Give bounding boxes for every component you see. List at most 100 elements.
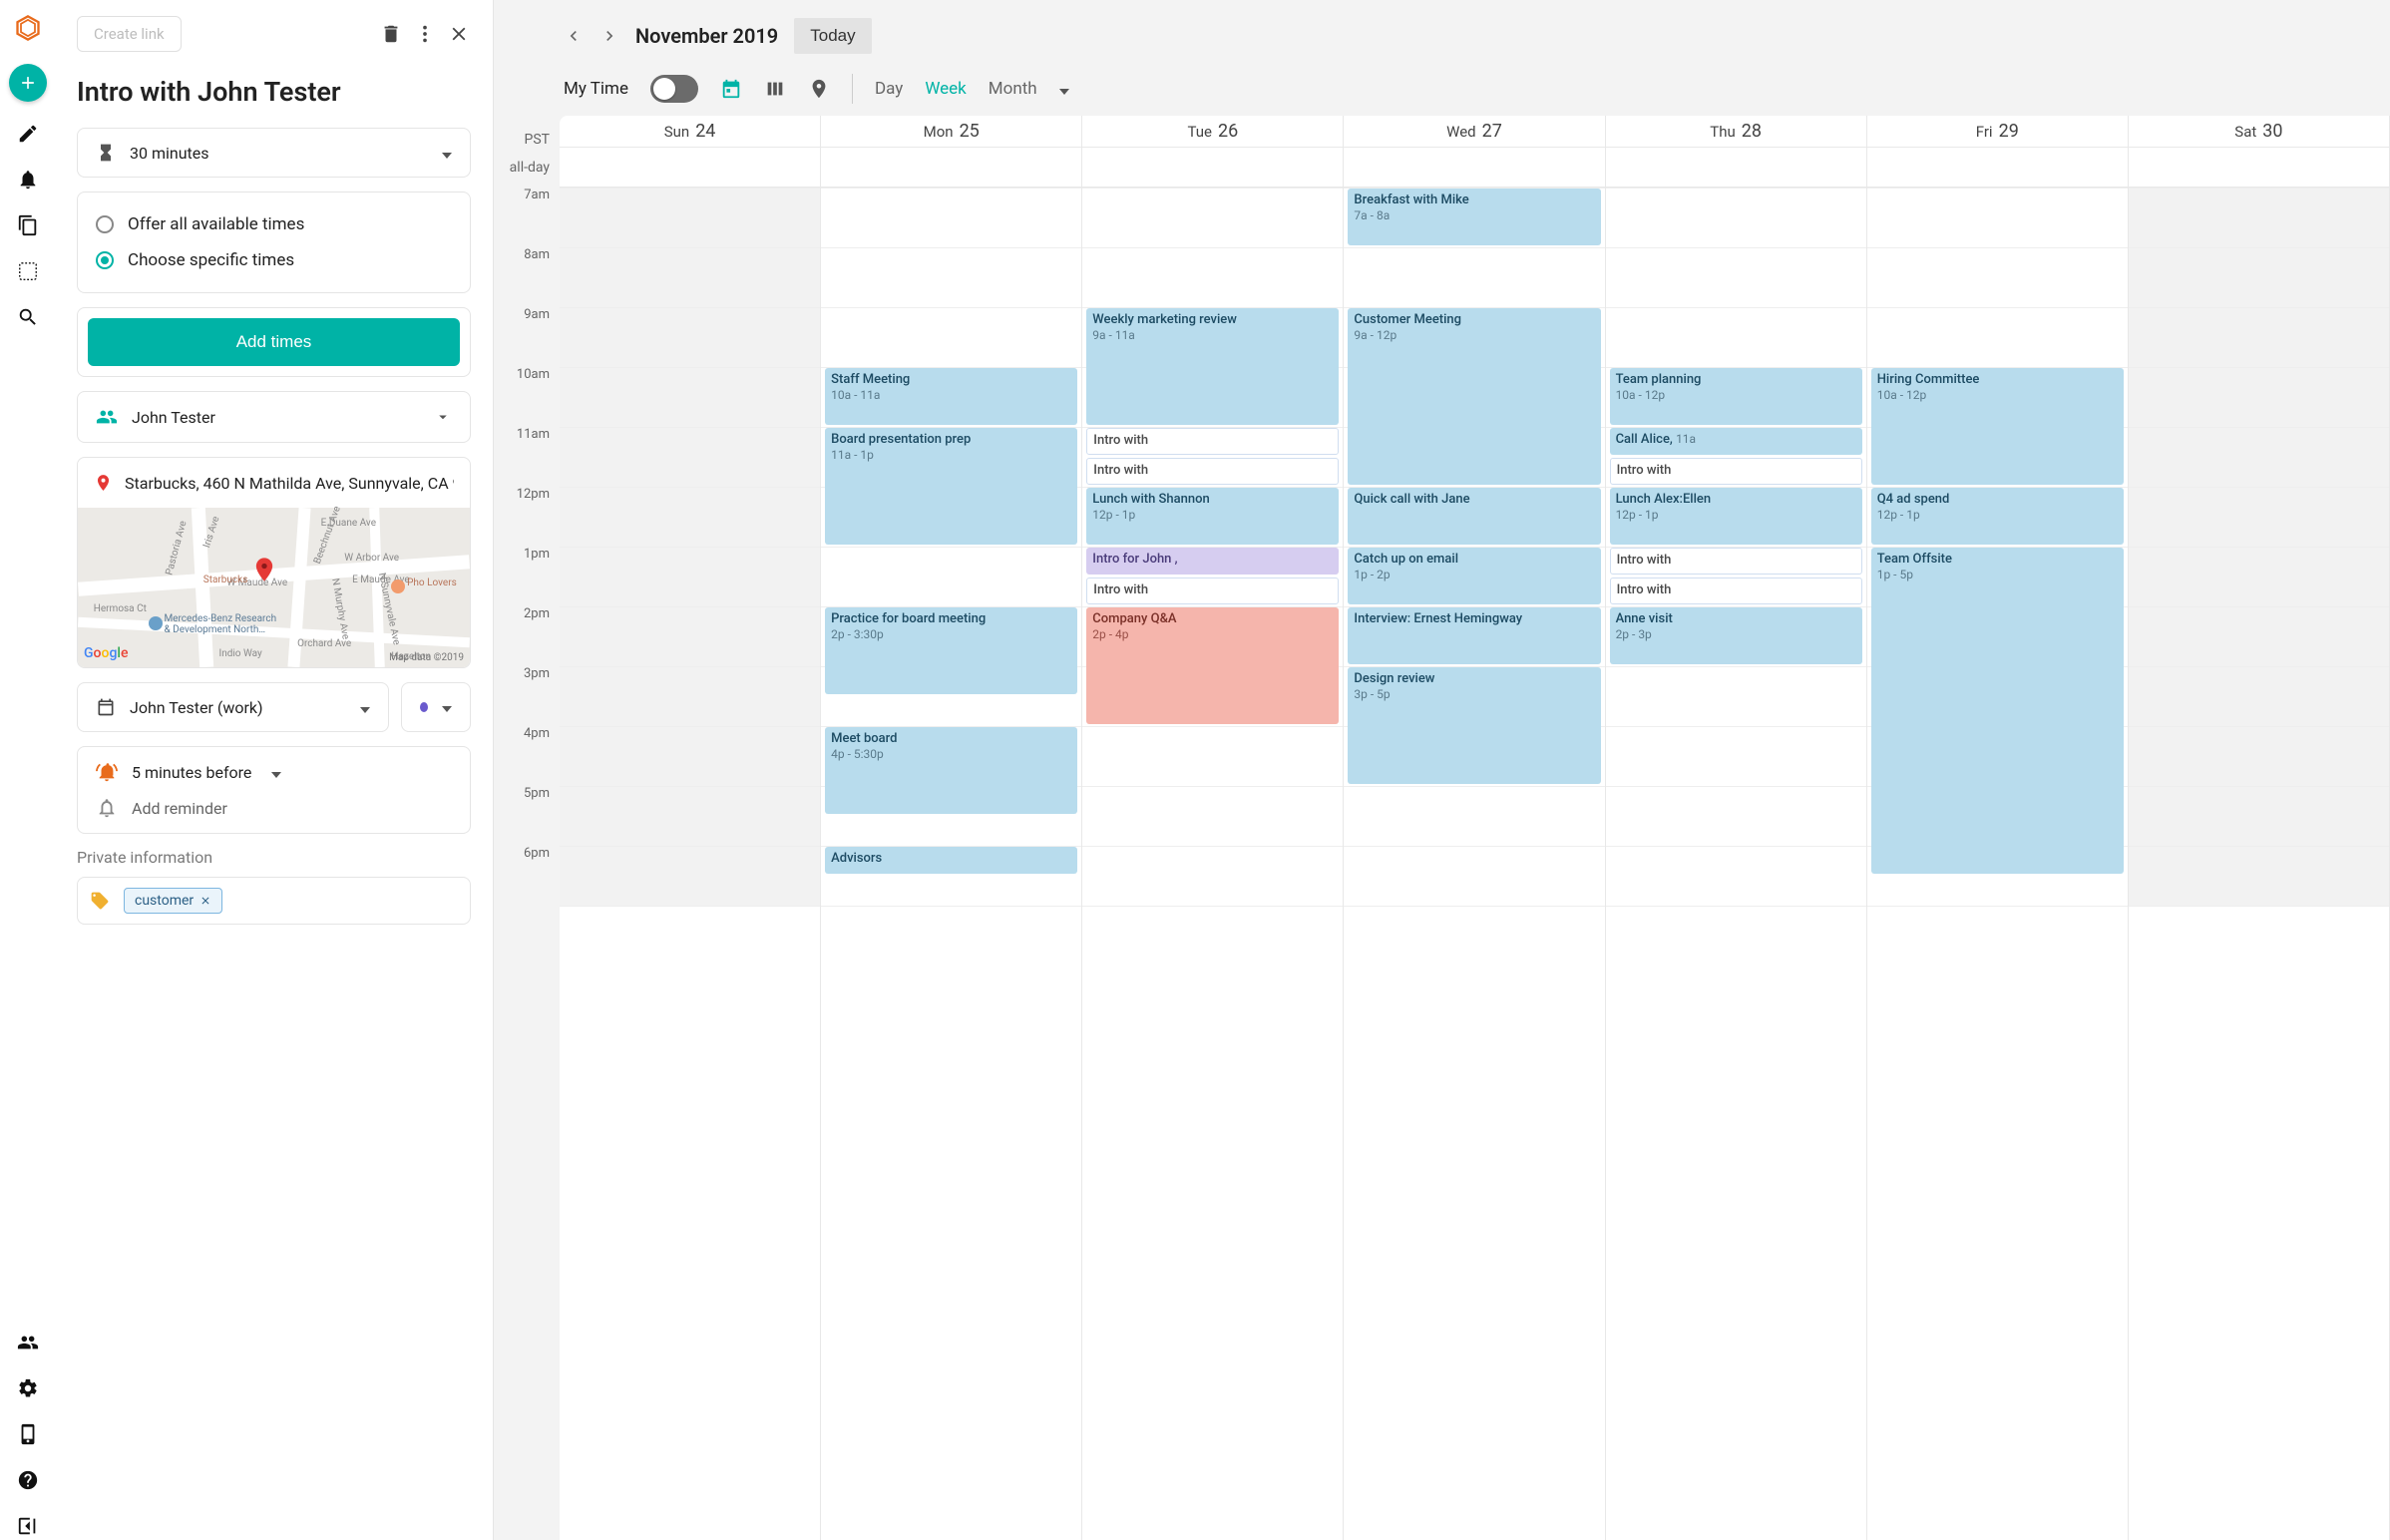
calendar-event[interactable]: Advisors (825, 847, 1077, 874)
view-week-button[interactable]: Week (925, 79, 966, 99)
allday-cell[interactable] (821, 148, 1081, 188)
hour-label: 1pm (494, 547, 550, 606)
create-link-button[interactable]: Create link (77, 16, 182, 52)
columns-view-icon[interactable] (764, 78, 786, 100)
bell-outline-icon (96, 797, 118, 819)
calendar-event[interactable]: Quick call with Jane (1348, 488, 1600, 545)
allday-cell[interactable] (2129, 148, 2389, 188)
allday-cell[interactable] (1867, 148, 2128, 188)
allday-cell[interactable] (1606, 148, 1866, 188)
calendar-event[interactable]: Intro with (1610, 458, 1862, 485)
calendar-event[interactable]: Call Alice, 11a (1610, 428, 1862, 455)
day-column[interactable]: Sat 30 (2129, 116, 2390, 1540)
calendar-event[interactable]: Intro with (1086, 428, 1339, 455)
next-button[interactable] (599, 26, 619, 46)
day-body[interactable] (560, 188, 820, 906)
offer-all-times-option[interactable]: Offer all available times (96, 206, 452, 242)
view-month-button[interactable]: Month (989, 79, 1037, 99)
calendar-event[interactable]: Team planning10a - 12p (1610, 368, 1862, 425)
calendar-event[interactable]: Breakfast with Mike7a - 8a (1348, 189, 1600, 245)
color-selector[interactable] (401, 682, 471, 732)
calendar-event[interactable]: Staff Meeting10a - 11a (825, 368, 1077, 425)
calendar-event[interactable]: Intro with (1610, 578, 1862, 604)
calendar-event[interactable]: Lunch Alex:Ellen12p - 1p (1610, 488, 1862, 545)
day-column[interactable]: Wed 27Breakfast with Mike7a - 8aCustomer… (1344, 116, 1605, 1540)
calendar-event[interactable]: Intro for John , (1086, 548, 1339, 575)
day-body[interactable]: Staff Meeting10a - 11aBoard presentation… (821, 188, 1081, 906)
calendar-event[interactable]: Design review3p - 5p (1348, 667, 1600, 784)
mobile-icon[interactable] (14, 1420, 42, 1448)
month-label: November 2019 (635, 24, 778, 48)
compose-button[interactable] (9, 64, 47, 102)
calendar-event[interactable]: Team Offsite1p - 5p (1871, 548, 2124, 874)
location-text[interactable]: Starbucks, 460 N Mathilda Ave, Sunnyvale… (125, 474, 454, 493)
calendar-event[interactable]: Customer Meeting9a - 12p (1348, 308, 1600, 485)
time-gutter: PST all-day 7am8am9am10am11am12pm1pm2pm3… (494, 116, 560, 1540)
calendar-selector-label: John Tester (work) (130, 698, 263, 717)
today-button[interactable]: Today (794, 18, 871, 54)
day-body[interactable]: Team planning10a - 12p Call Alice, 11a Int… (1606, 188, 1866, 906)
calendar-event[interactable]: Meet board4p - 5:30p (825, 727, 1077, 814)
chevron-down-icon[interactable] (271, 763, 281, 782)
more-icon[interactable] (413, 22, 437, 46)
view-dropdown-icon[interactable] (1059, 80, 1069, 99)
day-column[interactable]: Fri 29 Hiring Committee10a - 12pQ4 ad spe… (1867, 116, 2129, 1540)
radio-unchecked-icon (96, 215, 114, 233)
day-column[interactable]: Sun 24 (560, 116, 821, 1540)
attendee-selector[interactable]: John Tester (77, 391, 471, 443)
add-reminder-button[interactable]: Add reminder (96, 797, 452, 819)
calendar-event[interactable]: Catch up on email1p - 2p (1348, 548, 1600, 604)
day-body[interactable] (2129, 188, 2389, 906)
tag-chip[interactable]: customer (124, 888, 222, 914)
prev-button[interactable] (564, 26, 584, 46)
day-body[interactable]: Hiring Committee10a - 12pQ4 ad spend12p … (1867, 188, 2128, 906)
tag-label: customer (135, 893, 194, 909)
duration-selector[interactable]: 30 minutes (77, 128, 471, 178)
exit-icon[interactable] (14, 1512, 42, 1540)
edit-icon[interactable] (14, 120, 42, 148)
day-column[interactable]: Mon 25Staff Meeting10a - 11aBoard presen… (821, 116, 1082, 1540)
calendar-event[interactable]: Intro with (1610, 548, 1862, 575)
day-column[interactable]: Thu 28Team planning10a - 12pCall Alice, … (1606, 116, 1867, 1540)
tag-remove-icon[interactable] (199, 895, 211, 907)
calendar-event[interactable]: Hiring Committee10a - 12p (1871, 368, 2124, 485)
reminder-active-label[interactable]: 5 minutes before (132, 763, 251, 782)
people-icon[interactable] (14, 1329, 42, 1356)
help-icon[interactable] (14, 1466, 42, 1494)
week-grid[interactable]: Sun 24Mon 25Staff Meeting10a - 11aBoard … (560, 116, 2390, 1540)
settings-icon[interactable] (14, 1374, 42, 1402)
calendar-event[interactable]: Weekly marketing review9a - 11a (1086, 308, 1339, 425)
hour-label: 5pm (494, 786, 550, 846)
location-view-icon[interactable] (808, 78, 830, 100)
calendar-event[interactable]: Practice for board meeting2p - 3:30p (825, 607, 1077, 694)
delete-icon[interactable] (379, 22, 403, 46)
tags-card: customer (77, 877, 471, 925)
day-body[interactable]: Breakfast with Mike7a - 8a Customer Meeti… (1344, 188, 1604, 906)
close-icon[interactable] (447, 22, 471, 46)
day-header: Fri 29 (1867, 116, 2128, 148)
grid-view-icon[interactable] (14, 257, 42, 285)
view-day-button[interactable]: Day (875, 79, 903, 99)
add-times-button[interactable]: Add times (88, 318, 460, 366)
calendar-view-icon[interactable] (720, 78, 742, 100)
calendar-event[interactable]: Intro with (1086, 458, 1339, 485)
calendar-event[interactable]: Lunch with Shannon12p - 1p (1086, 488, 1339, 545)
calendar-event[interactable]: Q4 ad spend12p - 1p (1871, 488, 2124, 545)
choose-times-option[interactable]: Choose specific times (96, 242, 452, 278)
search-icon[interactable] (14, 303, 42, 331)
allday-cell[interactable] (1082, 148, 1343, 188)
notifications-icon[interactable] (14, 166, 42, 193)
day-column[interactable]: Tue 26Weekly marketing review9a - 11aInt… (1082, 116, 1344, 1540)
calendar-selector[interactable]: John Tester (work) (77, 682, 389, 732)
my-time-toggle[interactable] (650, 75, 698, 103)
calendar-event[interactable]: Board presentation prep11a - 1p (825, 428, 1077, 545)
calendar-event[interactable]: Company Q&A2p - 4p (1086, 607, 1339, 724)
map-preview[interactable]: W Maude Ave E Maude Ave E Duane Ave Haze… (78, 508, 470, 667)
day-body[interactable]: Weekly marketing review9a - 11a Intro wit… (1082, 188, 1343, 906)
clipboard-icon[interactable] (14, 211, 42, 239)
calendar-event[interactable]: Anne visit2p - 3p (1610, 607, 1862, 664)
calendar-event[interactable]: Interview: Ernest Hemingway (1348, 607, 1600, 664)
allday-cell[interactable] (560, 148, 820, 188)
allday-cell[interactable] (1344, 148, 1604, 188)
calendar-event[interactable]: Intro with (1086, 578, 1339, 604)
